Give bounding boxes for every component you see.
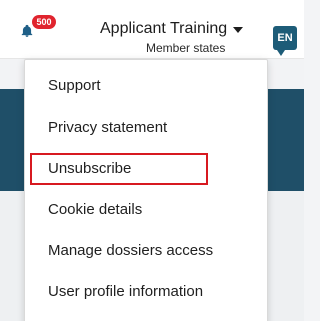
top-header: 500 Applicant Training Member states EN (0, 0, 304, 59)
menu-item-manage-dossiers-access[interactable]: Manage dossiers access (48, 242, 213, 259)
menu-item-support[interactable]: Support (48, 77, 101, 94)
notification-badge: 500 (32, 15, 56, 29)
caret-down-icon (233, 27, 243, 33)
page-root: 500 Applicant Training Member states EN … (0, 0, 304, 321)
account-menu-button[interactable]: Applicant Training Member states (100, 20, 250, 56)
menu-item-unsubscribe[interactable]: Unsubscribe (48, 160, 131, 177)
menu-item-user-profile-information[interactable]: User profile information (48, 283, 203, 300)
language-button[interactable]: EN (273, 26, 297, 56)
account-subtitle: Member states (146, 41, 226, 55)
account-dropdown-menu: Support Privacy statement Unsubscribe Co… (24, 59, 268, 321)
account-title: Applicant Training (100, 20, 228, 37)
menu-item-privacy-statement[interactable]: Privacy statement (48, 119, 167, 136)
bell-icon[interactable] (20, 24, 34, 38)
menu-item-cookie-details[interactable]: Cookie details (48, 201, 142, 218)
